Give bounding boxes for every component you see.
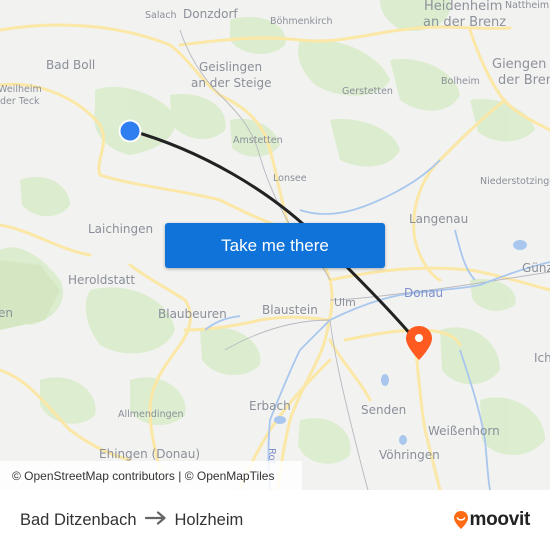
place-label: Böhmenkirch	[270, 16, 333, 27]
place-label: Heroldstatt	[68, 273, 136, 287]
river-label: Donau	[404, 286, 444, 300]
place-label: Weißenhorn	[428, 424, 500, 438]
place-label: Nattheim	[505, 0, 550, 11]
take-me-there-button[interactable]: Take me there	[165, 223, 385, 268]
place-label: Donzdorf	[183, 7, 238, 21]
place-label: Bolheim	[441, 76, 480, 87]
place-label: Geislingen	[199, 60, 263, 74]
footer-bar: Bad Ditzenbach Holzheim moovit	[0, 490, 550, 550]
place-label: der Teck	[0, 96, 40, 107]
place-label: Salach	[145, 10, 177, 21]
place-label: Allmendingen	[118, 409, 184, 420]
origin-marker[interactable]	[118, 119, 142, 143]
place-label: Ehingen (Donau)	[99, 447, 201, 461]
place-label: Blaustein	[262, 303, 318, 317]
destination-pin-icon[interactable]	[404, 324, 434, 362]
moovit-wordmark: moovit	[469, 509, 531, 530]
place-label: Weilheim	[0, 84, 42, 95]
place-label: Ulm	[334, 296, 356, 309]
route-title: Bad Ditzenbach Holzheim	[20, 490, 243, 550]
map-view[interactable]: Salach Donzdorf Böhmenkirch Heidenheim a…	[0, 0, 550, 490]
place-label: Langenau	[409, 212, 469, 226]
place-label: Vöhringen	[379, 448, 440, 462]
place-label: an der Steige	[191, 76, 272, 90]
place-label: Lonsee	[273, 173, 307, 184]
place-label: Senden	[361, 403, 407, 417]
place-label: Bad Boll	[46, 58, 96, 72]
place-label: en	[0, 306, 13, 320]
arrow-right-icon	[144, 510, 167, 530]
origin-name: Bad Ditzenbach	[20, 510, 137, 529]
place-label: der Brenz	[498, 73, 550, 88]
place-label: Blaubeuren	[158, 307, 227, 321]
place-label: Heidenheim	[424, 0, 503, 14]
moovit-pin-icon	[453, 511, 468, 529]
place-label: an der Brenz	[423, 15, 507, 30]
place-label: Niederstotzingen	[480, 176, 550, 187]
destination-name: Holzheim	[174, 510, 244, 529]
place-label: Gerstetten	[342, 86, 393, 97]
place-label: Ich	[534, 351, 550, 365]
place-label: Laichingen	[88, 222, 154, 236]
attribution-text[interactable]: © OpenStreetMap contributors | © OpenMap…	[12, 469, 274, 483]
moovit-logo[interactable]: moovit	[453, 508, 530, 532]
place-label: Erbach	[249, 399, 291, 413]
place-label: Amstetten	[233, 135, 283, 146]
map-attribution[interactable]: © OpenStreetMap contributors | © OpenMap…	[0, 461, 302, 490]
place-label: Günz	[522, 261, 550, 275]
place-label: Giengen a	[492, 57, 550, 72]
